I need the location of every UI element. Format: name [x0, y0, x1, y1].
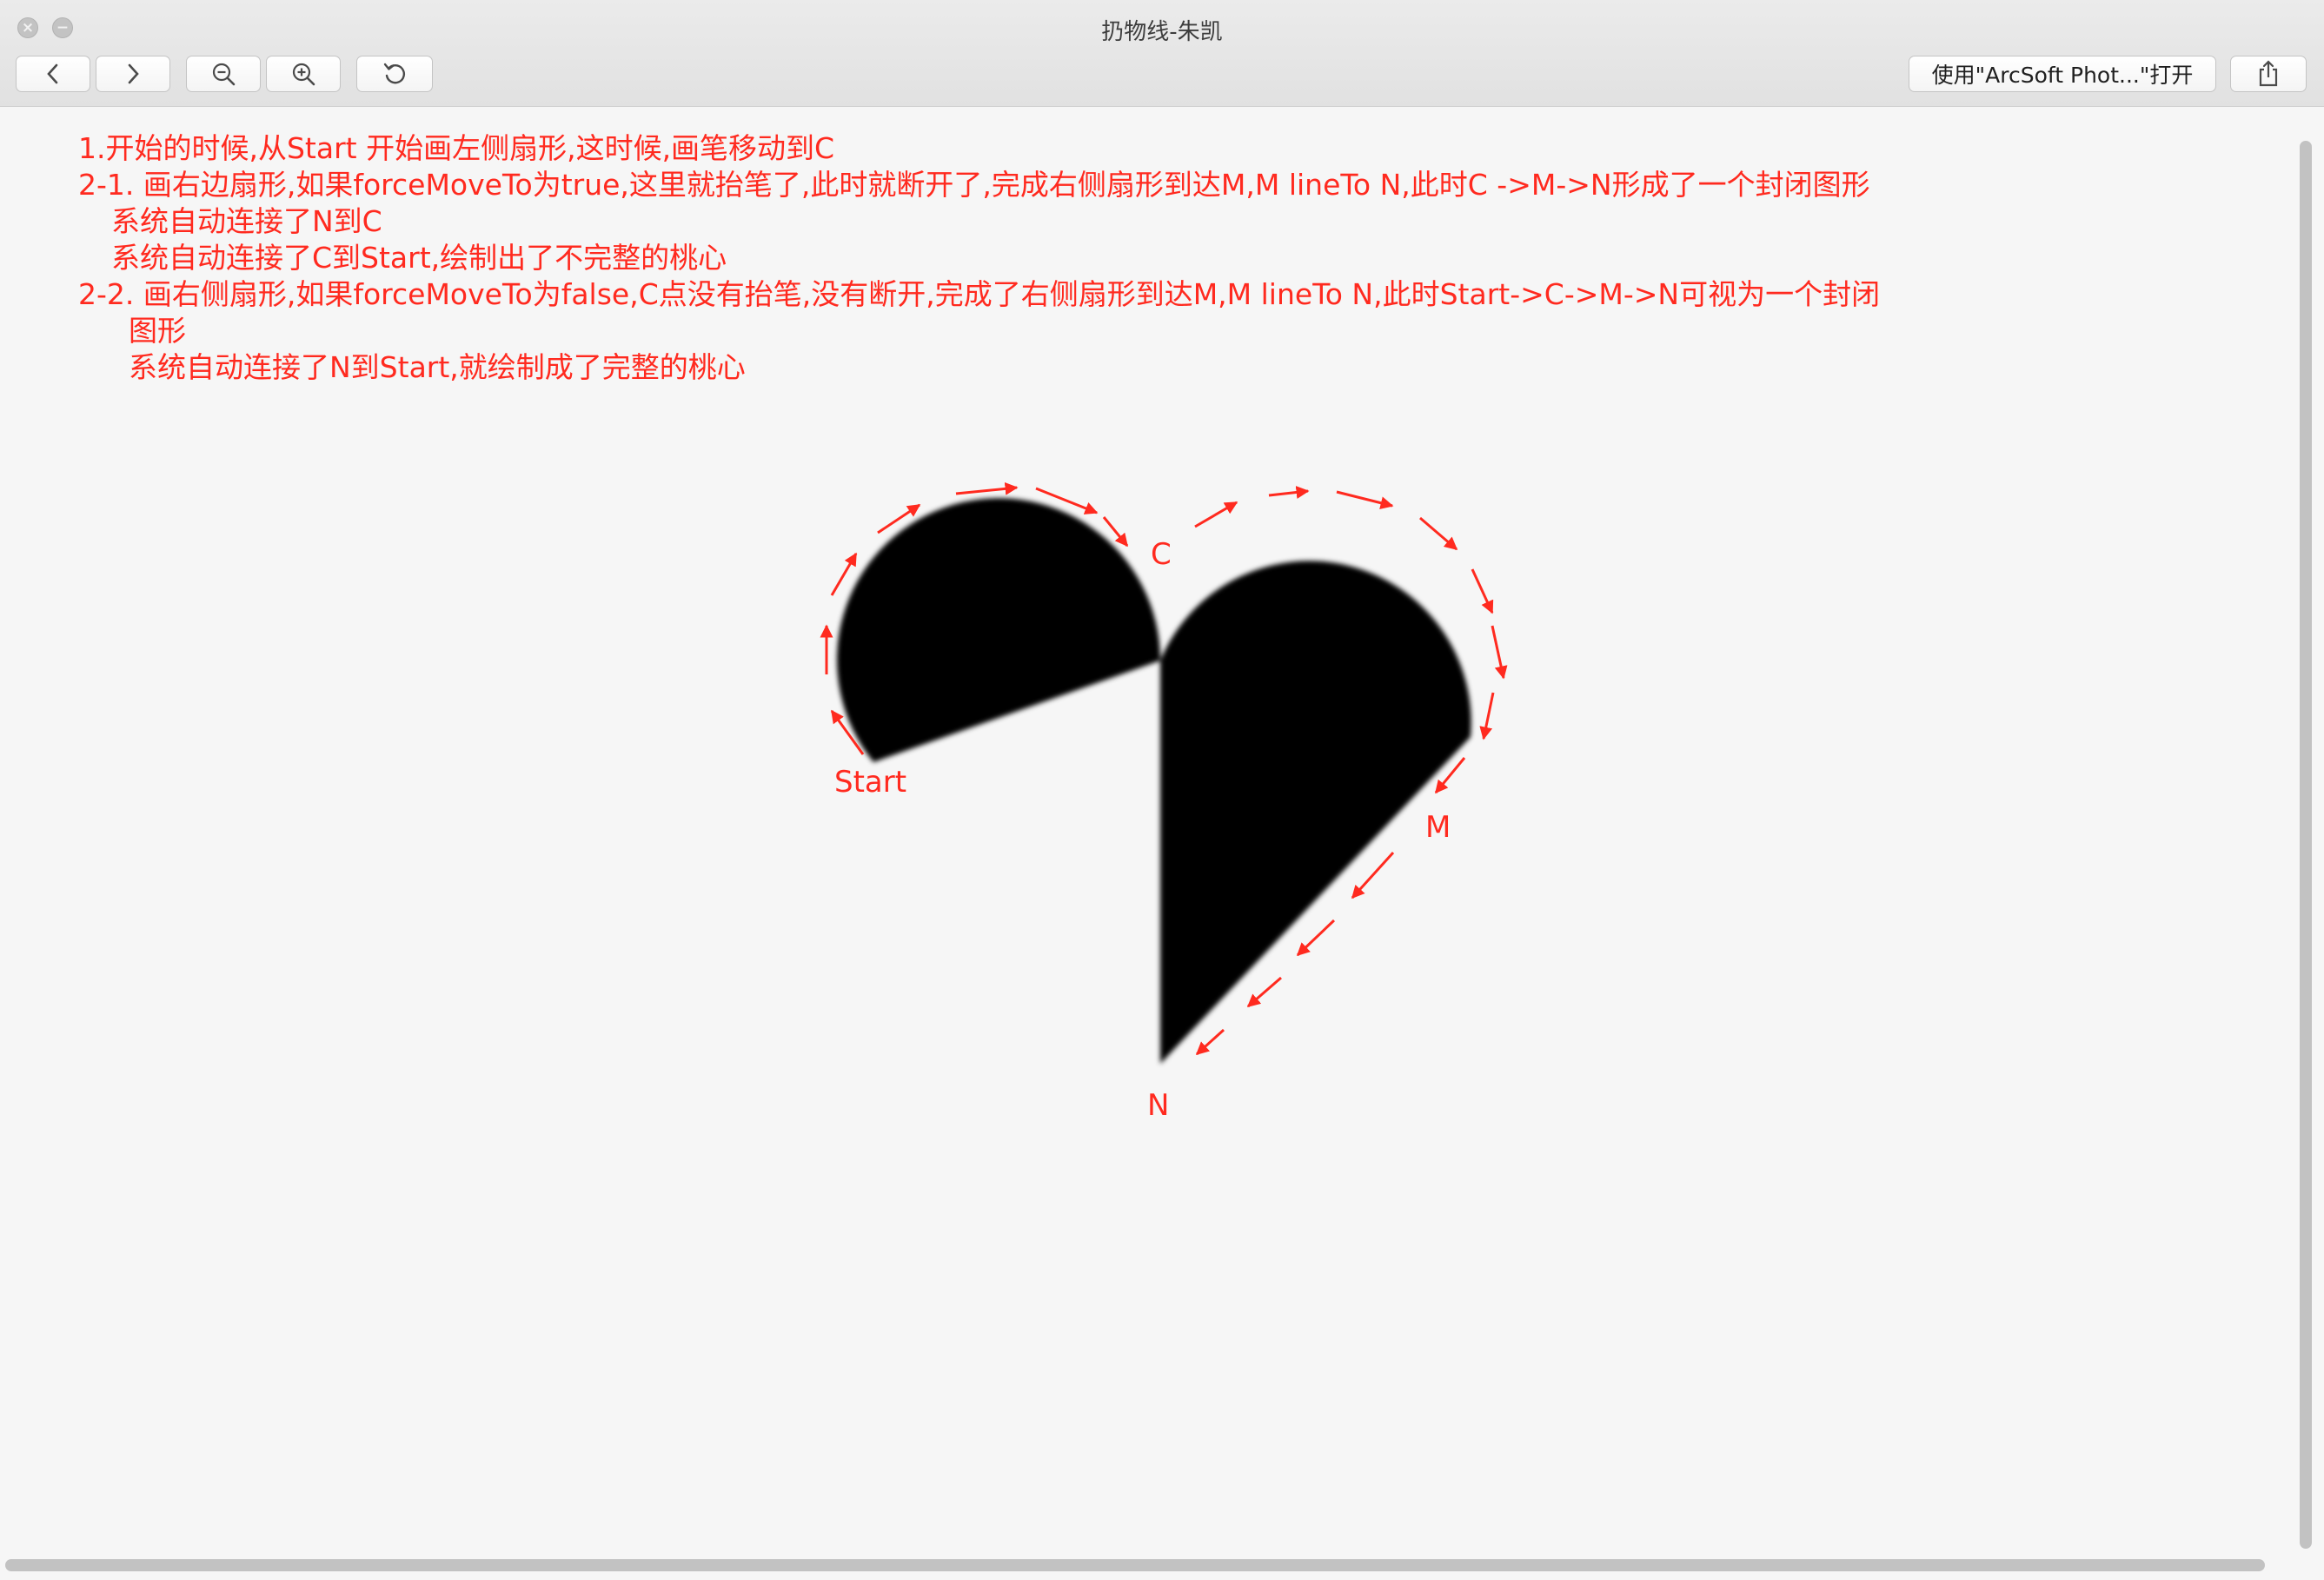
- left-sector-shape: [837, 498, 1161, 762]
- heart-diagram: [820, 481, 1508, 1064]
- horizontal-scrollbar[interactable]: [5, 1559, 2265, 1571]
- point-n-label: N: [1147, 1088, 1170, 1123]
- preview-window: × − 扔物线-朱凯 使用"ArcSoft Phot..."打开 1.开始的时候…: [0, 0, 2324, 1580]
- point-m-label: M: [1425, 810, 1451, 845]
- point-c-label: C: [1151, 537, 1172, 572]
- start-point-label: Start: [834, 765, 907, 800]
- vertical-scrollbar[interactable]: [2300, 141, 2312, 1549]
